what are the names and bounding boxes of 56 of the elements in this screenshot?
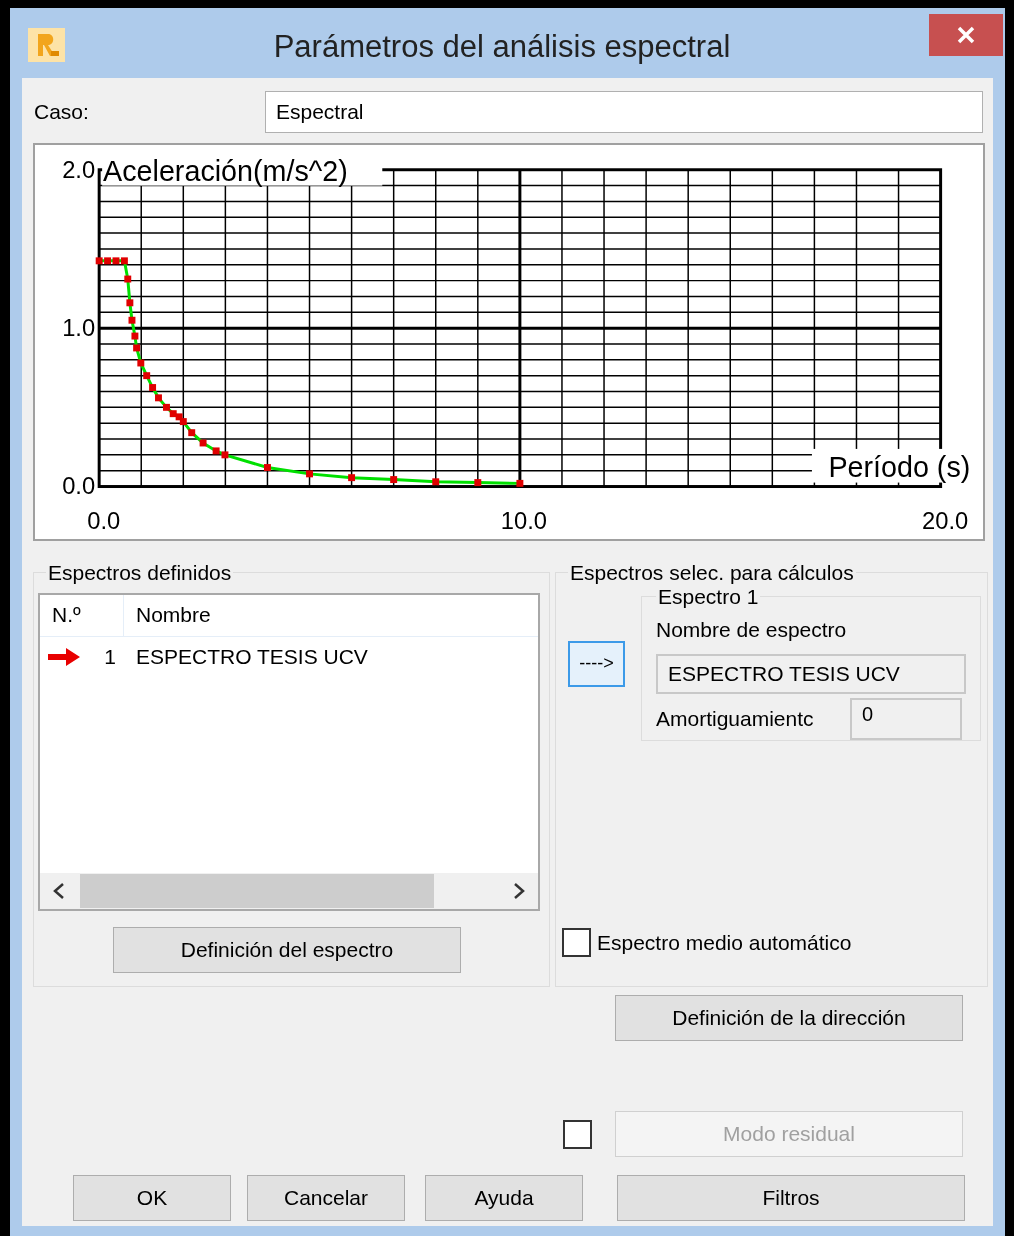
cancel-button[interactable]: Cancelar [247,1175,405,1221]
group-title: Espectros definidos [47,560,233,586]
close-button[interactable] [929,14,1003,56]
case-label: Caso: [34,99,90,126]
damping-label: Amortiguamientc [656,705,815,732]
y-tick-label: 2.0 [62,155,96,183]
x-tick-label: 0.0 [87,507,121,535]
data-point [474,479,482,487]
data-point [133,344,141,352]
row-name: ESPECTRO TESIS UCV [135,643,368,670]
data-point [306,470,313,478]
y-tick-label: 1.0 [62,314,96,342]
data-point [199,439,207,447]
chevron-left-icon[interactable] [52,881,66,900]
data-point [137,359,145,367]
y-tick-label: 0.0 [62,472,96,500]
column-header[interactable]: N.º [40,594,124,636]
data-point [188,429,196,437]
data-point [390,476,398,484]
data-point [131,332,139,340]
data-point [432,478,440,486]
define-direction-button[interactable]: Definición de la dirección [615,995,963,1041]
chevron-right-icon[interactable] [512,881,526,900]
spectrum-name-field[interactable]: ESPECTRO TESIS UCV [656,653,966,694]
data-point [348,474,356,482]
checkbox[interactable] [562,927,591,957]
data-point [128,316,136,324]
close-icon [956,25,976,45]
auto-mean-label: Espectro medio automático [597,929,852,956]
group-title: Espectro 1 [657,584,760,610]
x-tick-label: 20.0 [922,507,969,535]
case-field[interactable]: Espectral [265,91,983,133]
filters-button[interactable]: Filtros [617,1175,965,1221]
data-point [264,464,271,471]
spectrum-name-label: Nombre de espectro [656,617,848,643]
window-title: Parámetros del análisis espectral [272,28,732,66]
damping-field[interactable]: 0 [850,697,962,740]
horizontal-scrollbar[interactable] [40,872,538,909]
column-header[interactable]: Nombre [124,594,538,636]
x-tick-label: 10.0 [500,507,547,535]
ok-button[interactable]: OK [73,1175,231,1221]
help-button[interactable]: Ayuda [425,1175,583,1221]
define-spectrum-button[interactable]: Definición del espectro [113,926,461,973]
row-number: 1 [104,643,116,670]
data-point [126,299,134,307]
data-point [124,275,132,283]
scroll-thumb[interactable] [80,873,434,908]
data-point [516,479,524,487]
data-point [149,384,157,391]
list-row[interactable]: 1 ESPECTRO TESIS UCV [40,636,538,677]
group-title: Espectros selec. para cálculos [569,560,855,586]
add-spectrum-button[interactable]: ----> [568,640,625,687]
x-axis-title: Período (s) [828,450,971,483]
data-point [143,372,151,380]
app-logo-icon [28,28,65,62]
y-axis-title: Aceleración(m/s^2) [103,154,348,187]
